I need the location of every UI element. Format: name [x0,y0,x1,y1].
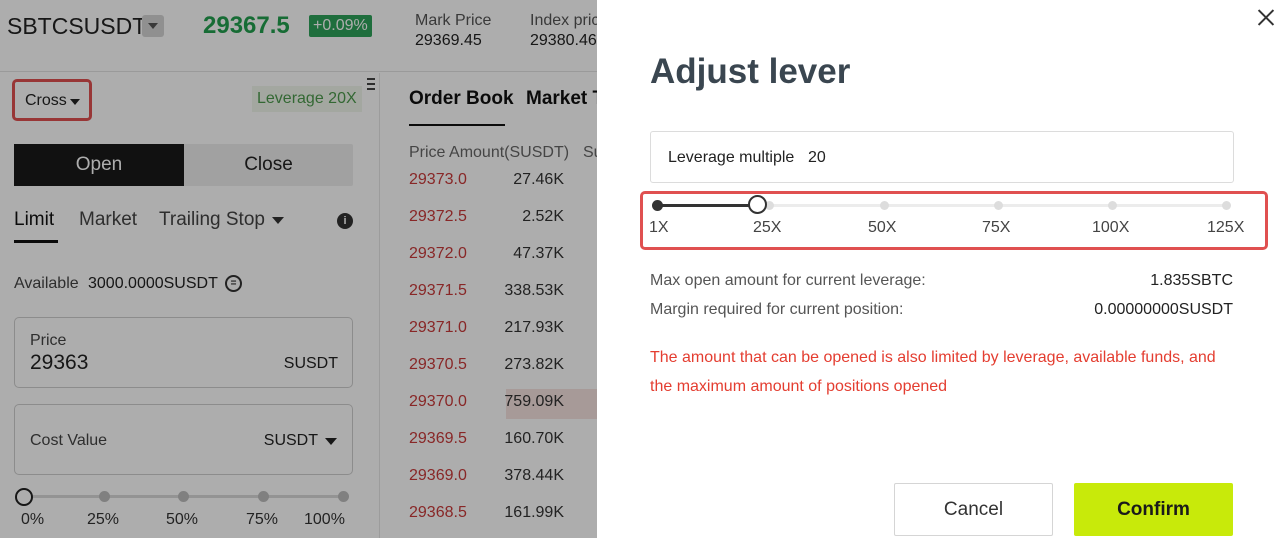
modal-backdrop[interactable] [0,0,597,538]
leverage-mark: 75X [982,219,1011,236]
leverage-mark: 100X [1092,219,1130,236]
leverage-slider-start[interactable] [652,200,663,211]
leverage-mark: 50X [868,219,897,236]
leverage-slider-stop[interactable] [1222,201,1231,210]
margin-required-label: Margin required for current position: [650,301,904,318]
leverage-warning-line: The amount that can be opened is also li… [650,349,1216,366]
leverage-slider-fill [657,204,758,207]
leverage-slider-stop[interactable] [994,201,1003,210]
leverage-warning-line: the maximum amount of positions opened [650,378,948,395]
margin-required-value: 0.00000000SUSDT [1094,301,1233,318]
leverage-mark: 1X [649,219,669,236]
leverage-mark: 125X [1207,219,1245,236]
max-open-value: 1.835SBTC [1150,272,1233,289]
adjust-lever-drawer: Adjust lever Leverage multiple 20 1X 25X… [597,0,1280,538]
leverage-slider-thumb[interactable] [748,195,767,214]
leverage-slider[interactable]: 1X 25X 50X 75X 100X 125X [640,191,1268,250]
leverage-multiple-label: Leverage multiple [668,149,795,166]
leverage-mark: 25X [753,219,782,236]
modal-title: Adjust lever [650,52,851,91]
leverage-multiple-field[interactable]: Leverage multiple 20 [650,131,1234,183]
close-icon[interactable] [1257,8,1275,26]
leverage-warning: The amount that can be opened is also li… [650,343,1240,401]
max-open-label: Max open amount for current leverage: [650,272,926,289]
leverage-slider-stop[interactable] [1108,201,1117,210]
cancel-button[interactable]: Cancel [894,483,1053,536]
confirm-button[interactable]: Confirm [1074,483,1233,536]
leverage-multiple-input[interactable]: 20 [808,149,826,167]
leverage-slider-stop[interactable] [880,201,889,210]
